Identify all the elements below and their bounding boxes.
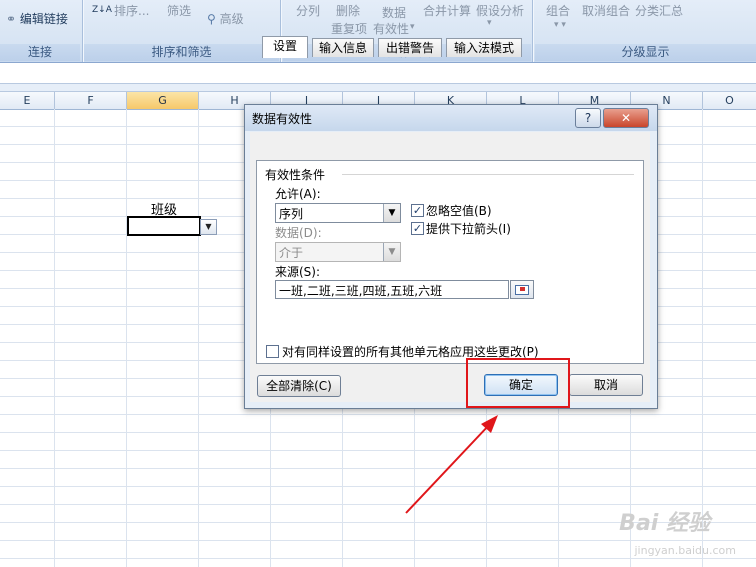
- annotation-arrow-icon: [405, 415, 498, 514]
- watermark-brand: Bai 经验: [619, 511, 710, 536]
- tab-settings[interactable]: 设置: [262, 36, 308, 58]
- watermark-url: jingyan.baidu.com: [634, 544, 736, 557]
